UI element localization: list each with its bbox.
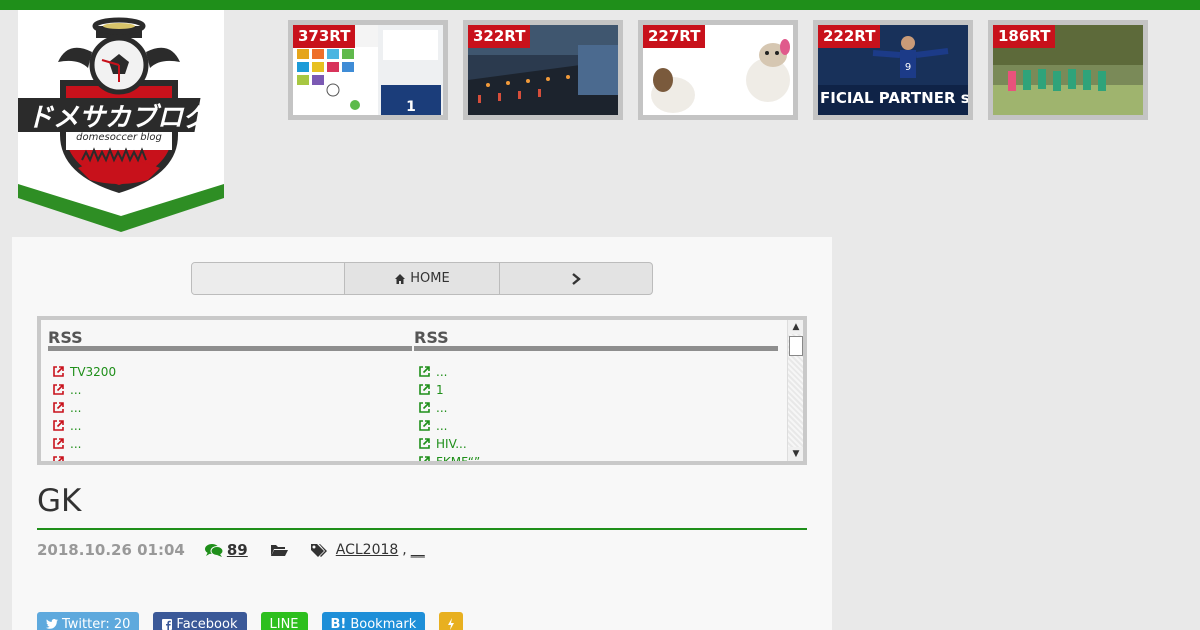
facebook-icon	[162, 618, 173, 630]
popular-post-3[interactable]: 227RT	[638, 20, 798, 120]
rt-badge: 227RT	[643, 25, 706, 48]
facebook-share-button[interactable]: Facebook	[153, 612, 247, 630]
post-tags: ACL2018, __	[310, 542, 425, 558]
hatena-bookmark-button[interactable]: B! Bookmark	[321, 612, 426, 630]
external-link-icon	[418, 419, 432, 433]
popular-post-1[interactable]: 373RT 1	[288, 20, 448, 120]
comment-count: 89	[226, 541, 248, 559]
external-link-icon	[418, 401, 432, 415]
external-link-icon	[418, 383, 432, 397]
tag-link[interactable]: ACL2018	[336, 542, 399, 558]
rss-item[interactable]: TV3200	[52, 363, 412, 381]
folder-open-icon	[270, 543, 288, 557]
scroll-down-arrow-icon[interactable]: ▼	[788, 447, 803, 461]
site-logo[interactable]: ドメサカブログ domesoccer blog	[18, 10, 224, 235]
home-label: HOME	[410, 271, 450, 286]
hatena-bookmark-icon: B!	[330, 616, 347, 630]
chevron-right-icon	[571, 272, 581, 285]
twitter-share-button[interactable]: Twitter: 20	[37, 612, 140, 630]
top-accent-bar	[0, 0, 1200, 10]
post-navigation: HOME	[191, 262, 653, 295]
logo-subtext: domesoccer blog	[76, 132, 162, 143]
external-link-icon	[52, 365, 66, 379]
rss-item[interactable]: ...	[52, 381, 412, 399]
rss-header: RSS	[48, 320, 412, 351]
external-link-icon	[52, 419, 66, 433]
category-link[interactable]	[270, 543, 288, 557]
popular-post-4[interactable]: 222RT 9 FICIAL PARTNER sin	[813, 20, 973, 120]
scroll-up-arrow-icon[interactable]: ▲	[788, 320, 803, 334]
title-divider	[37, 528, 807, 530]
external-link-icon	[418, 365, 432, 379]
tags-icon	[310, 543, 328, 558]
popular-posts: 373RT 1 322RT 227RT 222RT 9 FICIAL PARTN…	[288, 20, 1148, 120]
popular-post-2[interactable]: 322RT	[463, 20, 623, 120]
external-link-icon	[52, 401, 66, 415]
external-link-icon	[418, 455, 432, 461]
rss-item[interactable]: 1	[418, 381, 778, 399]
rss-item[interactable]: ...	[52, 453, 412, 461]
comments-icon	[204, 543, 223, 557]
rt-badge: 373RT	[293, 25, 356, 48]
next-post-button[interactable]	[500, 263, 652, 294]
rss-item[interactable]: ...	[418, 417, 778, 435]
rss-item[interactable]: FKMF“”	[418, 453, 778, 461]
main-content: HOME RSS TV3200 ... ... ... ... ...	[12, 237, 832, 630]
external-link-icon	[52, 437, 66, 451]
rss-column-1: RSS TV3200 ... ... ... ... ...	[48, 320, 412, 461]
home-icon	[394, 273, 406, 285]
svg-text:9: 9	[905, 62, 911, 73]
post-meta: 2018.10.26 01:04 89 ACL2018, __	[37, 541, 425, 559]
tag-link[interactable]: __	[411, 542, 425, 558]
prev-post-button[interactable]	[192, 263, 345, 294]
post-date: 2018.10.26 01:04	[37, 541, 185, 559]
pocket-share-button[interactable]	[439, 612, 464, 630]
twitter-icon	[46, 619, 58, 629]
comments-link[interactable]: 89	[204, 541, 248, 559]
rss-item[interactable]: ...	[52, 399, 412, 417]
share-buttons: Twitter: 20 Facebook LINE B! Bookmark	[37, 612, 464, 630]
rss-item[interactable]: ...	[52, 435, 412, 453]
rt-badge: 186RT	[993, 25, 1056, 48]
rss-column-2: RSS ... 1 ... ... HIV... FKMF“”	[414, 320, 778, 461]
rss-item[interactable]: ...	[418, 399, 778, 417]
bolt-icon	[447, 618, 455, 630]
post-title: GK	[37, 483, 82, 519]
line-share-button[interactable]: LINE	[260, 612, 308, 630]
home-button[interactable]: HOME	[345, 263, 500, 294]
rss-item[interactable]: ...	[52, 417, 412, 435]
external-link-icon	[52, 455, 66, 461]
rss-feed-box: RSS TV3200 ... ... ... ... ... RSS ... 1…	[37, 316, 807, 465]
rt-badge: 322RT	[468, 25, 531, 48]
rss-item[interactable]: ...	[418, 363, 778, 381]
external-link-icon	[418, 437, 432, 451]
rss-scrollbar[interactable]: ▲ ▼	[787, 320, 803, 461]
popular-post-5[interactable]: 186RT	[988, 20, 1148, 120]
scrollbar-thumb[interactable]	[789, 336, 803, 356]
rss-item[interactable]: HIV...	[418, 435, 778, 453]
rt-badge: 222RT	[818, 25, 881, 48]
external-link-icon	[52, 383, 66, 397]
rss-header: RSS	[414, 320, 778, 351]
svg-text:1: 1	[406, 99, 416, 115]
logo-text: ドメサカブログ	[27, 103, 214, 133]
thumbnail-overlay-text: FICIAL PARTNER sin	[820, 89, 968, 107]
